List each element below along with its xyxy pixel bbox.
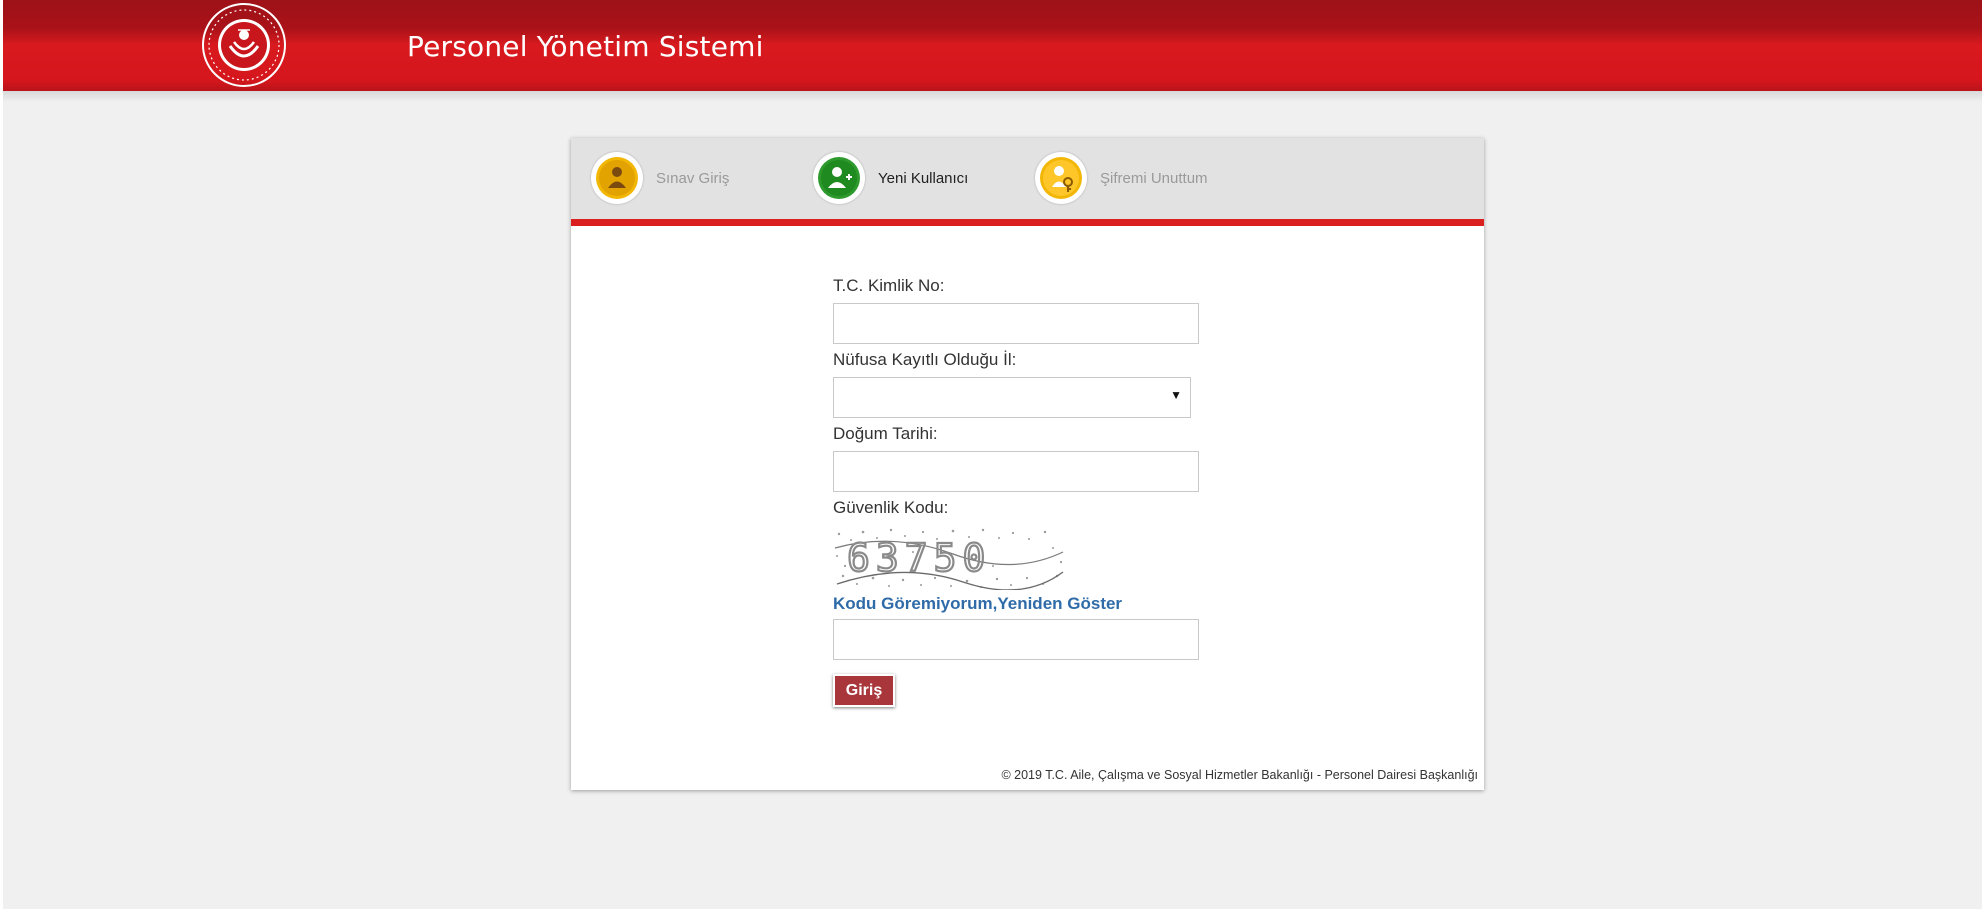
tab-label: Yeni Kullanıcı xyxy=(878,169,969,187)
user-gold-icon xyxy=(591,152,643,204)
tab-bar: Sınav Giriş Yeni Kullanıcı Şifremi Unutt… xyxy=(571,138,1484,226)
birth-date-input[interactable] xyxy=(833,451,1199,492)
footer-copyright: © 2019 T.C. Aile, Çalışma ve Sosyal Hizm… xyxy=(1001,768,1478,782)
tc-kimlik-label: T.C. Kimlik No: xyxy=(833,276,945,295)
refresh-captcha-link[interactable]: Kodu Göremiyorum,Yeniden Göster xyxy=(833,594,1122,614)
tab-sinav-giris[interactable]: Sınav Giriş xyxy=(591,150,729,206)
login-card: Sınav Giriş Yeni Kullanıcı Şifremi Unutt… xyxy=(571,138,1484,790)
tc-kimlik-input[interactable] xyxy=(833,303,1199,344)
birth-date-label: Doğum Tarihi: xyxy=(833,424,938,443)
tab-sifremi-unuttum[interactable]: Şifremi Unuttum xyxy=(1035,150,1208,206)
header-divider xyxy=(3,91,1982,102)
tab-label: Sınav Giriş xyxy=(656,169,730,187)
city-label: Nüfusa Kayıtlı Olduğu İl: xyxy=(833,350,1017,369)
city-select[interactable]: ▼ xyxy=(833,377,1191,418)
security-code-label: Güvenlik Kodu: xyxy=(833,498,949,517)
security-code-input[interactable] xyxy=(833,619,1199,660)
header-bar: Personel Yönetim Sistemi xyxy=(3,0,1982,91)
ministry-emblem-icon xyxy=(201,2,287,88)
page-background: Personel Yönetim Sistemi Sınav Giriş Yen… xyxy=(3,0,1982,909)
captcha-text: 63750 xyxy=(847,536,991,580)
dropdown-arrow-icon: ▼ xyxy=(1170,388,1182,402)
user-add-green-icon xyxy=(813,152,865,204)
tab-label: Şifremi Unuttum xyxy=(1100,169,1208,187)
app-title: Personel Yönetim Sistemi xyxy=(407,30,764,63)
login-submit-button[interactable]: Giriş xyxy=(833,674,895,707)
captcha-image: 63750 xyxy=(833,526,1065,591)
tab-yeni-kullanici[interactable]: Yeni Kullanıcı xyxy=(813,150,968,206)
key-gold-icon xyxy=(1035,152,1087,204)
